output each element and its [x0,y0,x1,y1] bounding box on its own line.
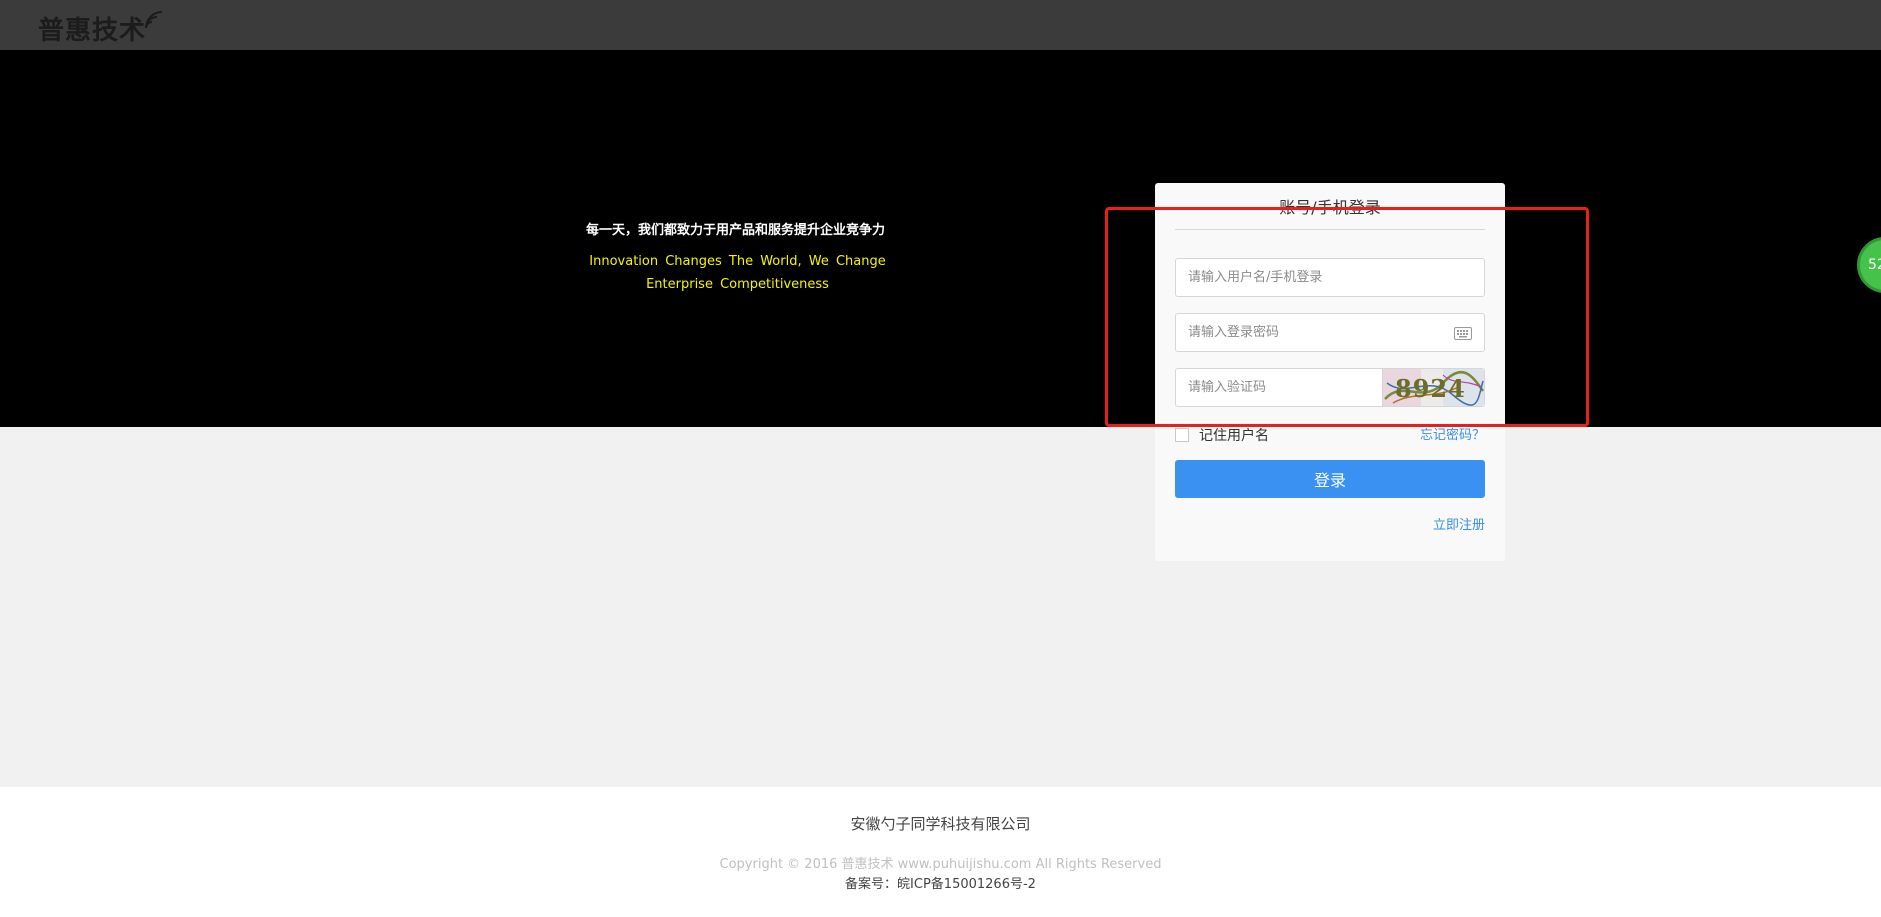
forgot-password-link[interactable]: 忘记密码？ [1420,424,1485,443]
footer: 安徽勺子同学科技有限公司 Copyright © 2016 普惠技术 www.p… [0,787,1881,917]
captcha-text: 8924 [1395,374,1466,403]
remember-checkbox[interactable] [1175,428,1189,442]
slogan-english: Innovation Changes The World, We Change … [586,250,889,296]
remember-username[interactable]: 记住用户名 [1175,425,1269,445]
login-button[interactable]: 登录 [1175,460,1485,498]
logo-text: 普惠技术 [38,16,147,46]
login-panel: 账号/手机登录 请输入用户名/手机登录 请输入验证码 8924 记住用户名 忘记… [1155,183,1505,561]
keyboard-icon[interactable] [1454,325,1472,344]
signal-waves-icon [145,11,163,29]
login-title: 账号/手机登录 [1175,195,1485,230]
captcha-field[interactable]: 8924 [1175,368,1485,407]
username-input[interactable] [1176,259,1484,296]
slogan-english-line2: Enterprise Competitiveness [646,277,829,292]
register-link[interactable]: 立即注册 [1433,514,1485,533]
footer-company: 安徽勺子同学科技有限公司 [850,815,1031,833]
password-input[interactable] [1176,314,1446,351]
captcha-image[interactable]: 8924 [1382,369,1484,406]
password-field[interactable] [1175,313,1485,352]
footer-copyright: Copyright © 2016 普惠技术 www.puhuijishu.com… [719,857,1162,872]
slogan-english-line1: Innovation Changes The World, We Change [589,254,886,269]
footer-icp: 备案号：皖ICP备15001266号-2 [845,877,1036,892]
slogan-chinese: 每一天，我们都致力于用产品和服务提升企业竞争力 [586,223,886,238]
logo[interactable]: 普惠技术 [38,8,166,48]
top-bar: 普惠技术 [0,0,1881,50]
hero-banner: 每一天，我们都致力于用产品和服务提升企业竞争力 Innovation Chang… [0,50,1881,427]
remember-label: 记住用户名 [1199,428,1269,444]
captcha-input[interactable] [1176,369,1381,406]
username-field[interactable] [1175,258,1485,297]
